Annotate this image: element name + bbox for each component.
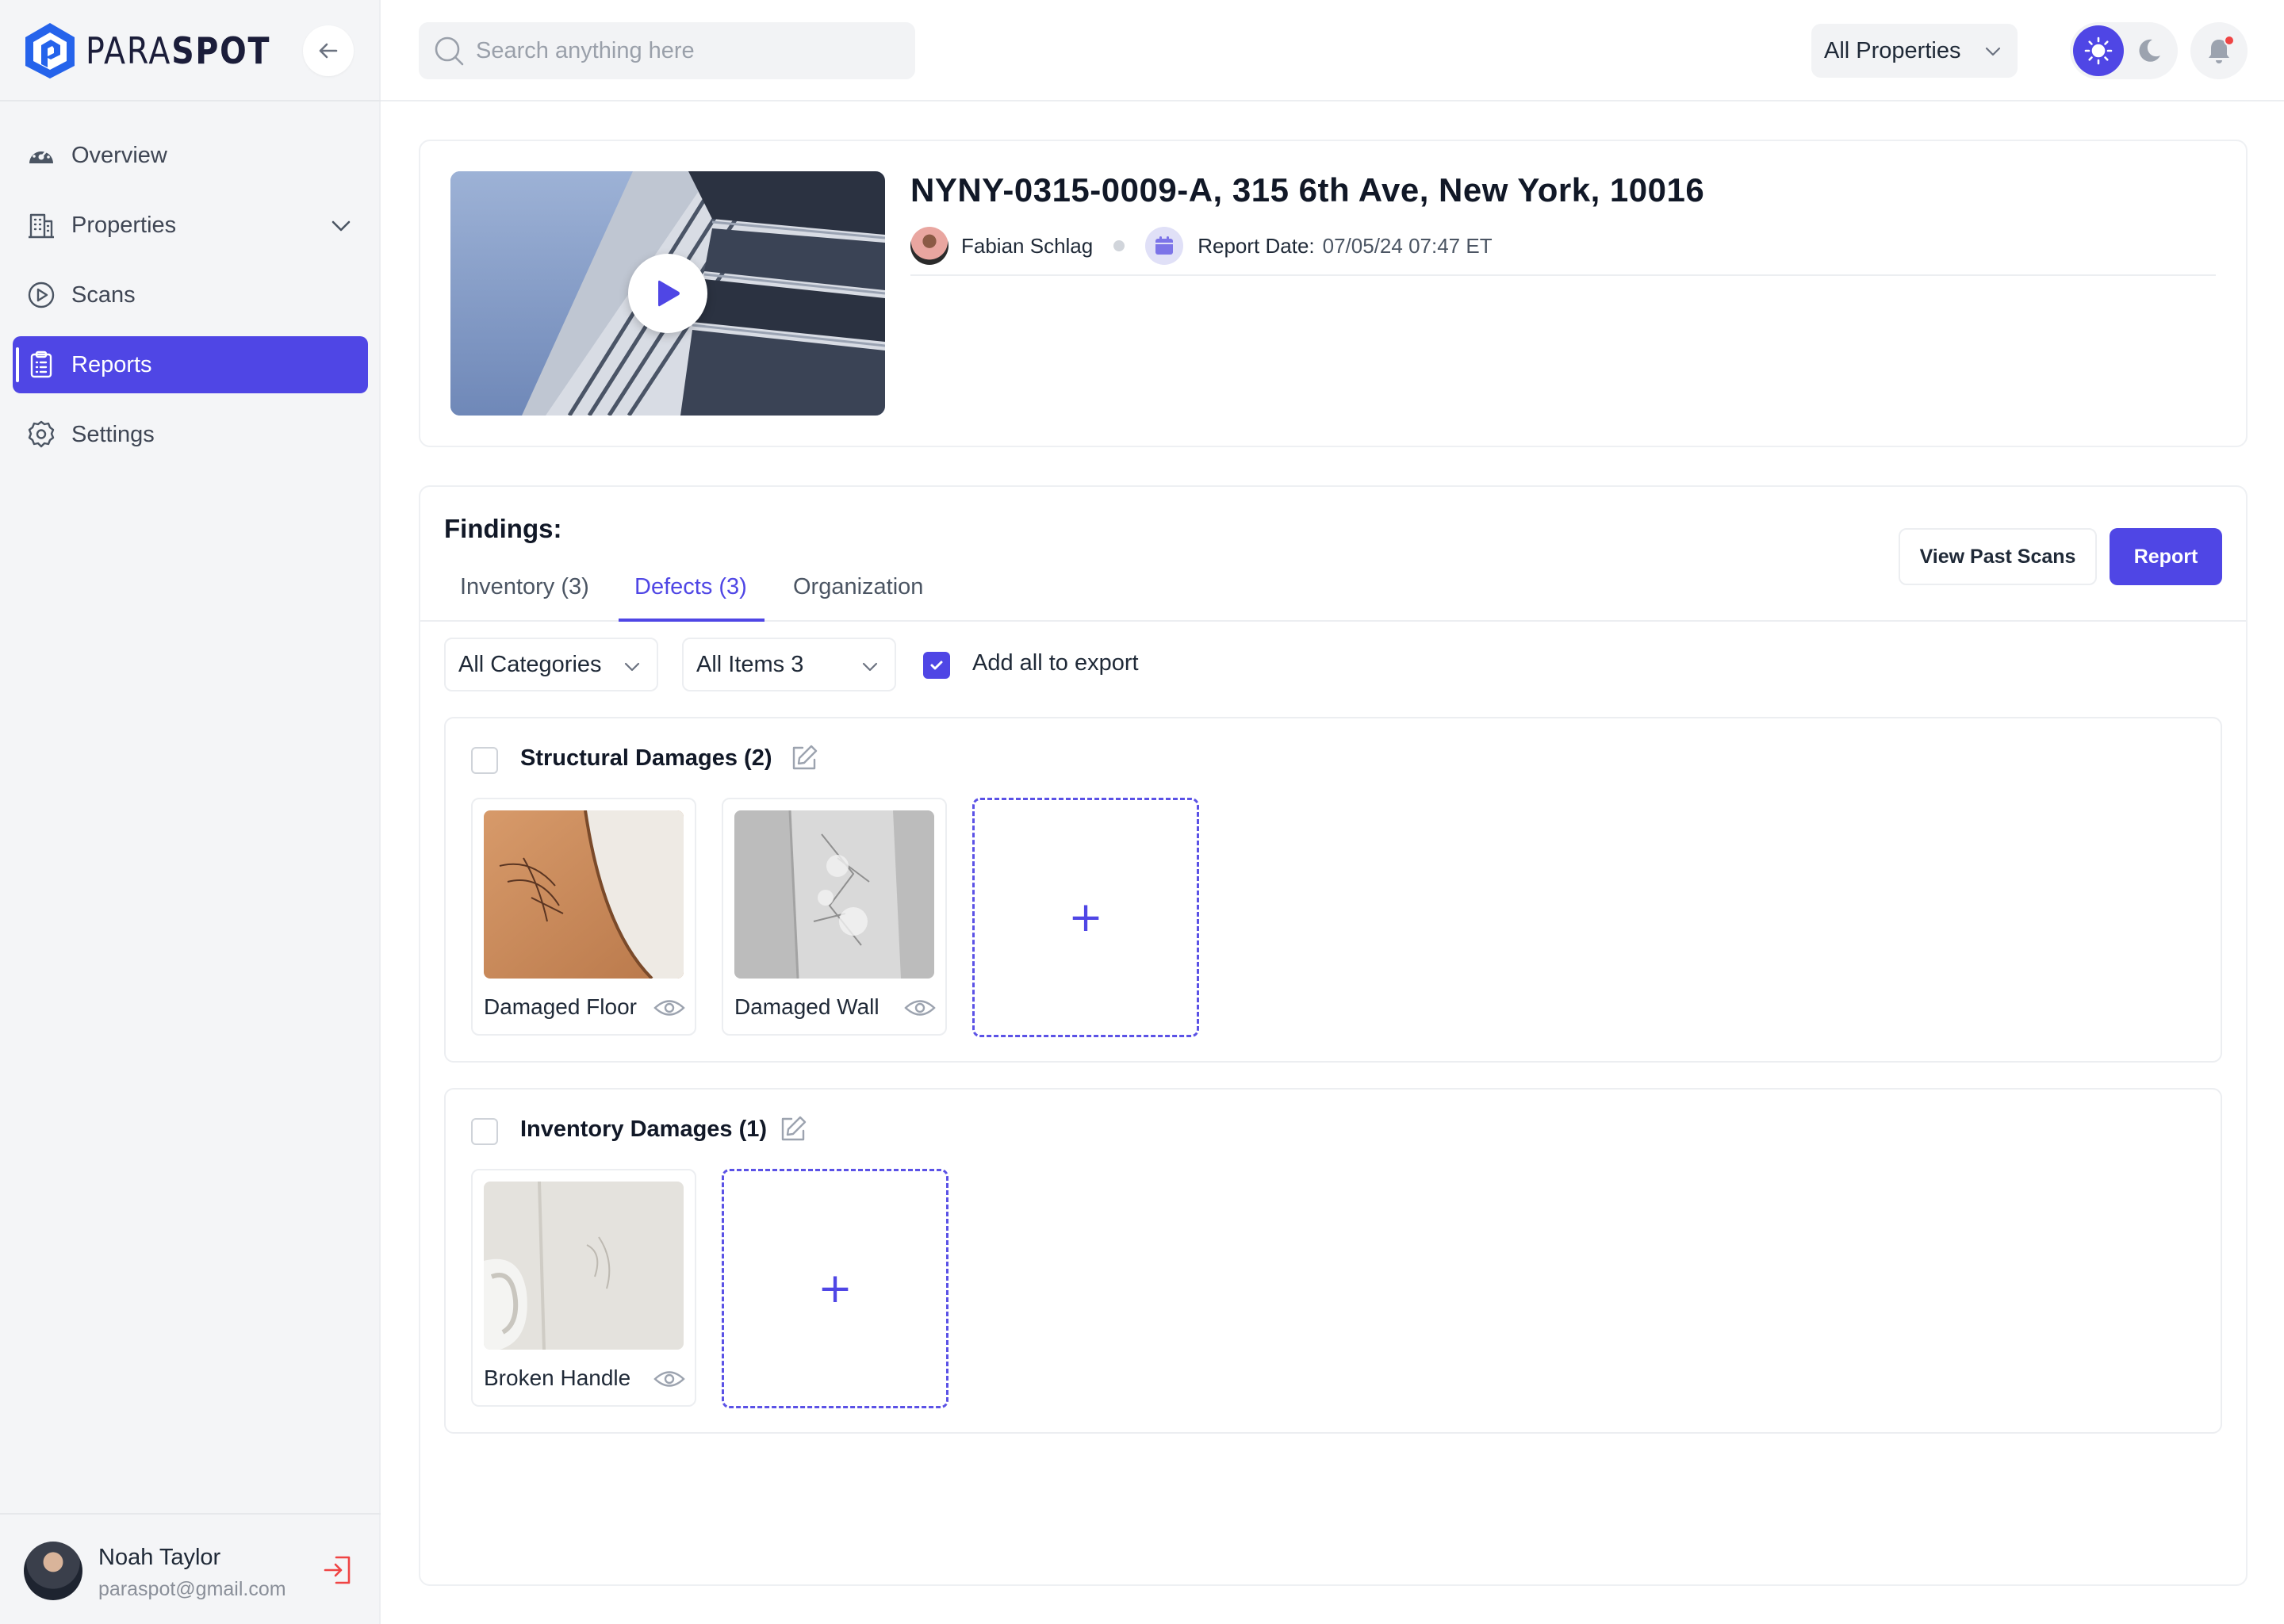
property-select[interactable]: All Properties [1811,24,2018,78]
avatar[interactable] [24,1542,82,1600]
damaged-wall-photo [734,810,934,979]
add-all-to-export-label: Add all to export [972,650,1139,676]
chevron-down-icon [862,662,878,672]
notifications-button[interactable] [2190,22,2248,79]
group-checkbox[interactable] [471,1118,498,1145]
edit-icon[interactable] [779,1115,807,1143]
finding-item[interactable]: Damaged Wall [722,798,947,1036]
add-all-to-export-checkbox[interactable] [923,652,950,679]
view-past-scans-button[interactable]: View Past Scans [1899,528,2097,585]
clipboard-icon [25,349,57,381]
plus-icon: + [818,1265,853,1312]
play-icon [658,280,680,307]
chevron-down-icon[interactable] [328,213,354,238]
group-checkbox[interactable] [471,747,498,774]
finding-item-label: Damaged Wall [734,994,879,1019]
edit-icon[interactable] [790,744,818,772]
report-date-label: Report Date: [1198,233,1315,258]
user-name: Noah Taylor [98,1545,221,1570]
moon-icon [2139,39,2160,62]
items-filter-value: All Items 3 [696,651,804,677]
sidebar-item-settings[interactable]: Settings [13,406,368,463]
report-button[interactable]: Report [2110,528,2222,585]
arrow-left-icon [319,43,338,59]
sidebar-divider [0,100,381,102]
sun-icon [2084,36,2113,65]
category-filter-value: All Categories [458,651,602,677]
building-icon [25,209,57,241]
meta-separator [1113,240,1125,251]
tab-inventory[interactable]: Inventory (3) [460,574,589,620]
play-circle-icon [25,279,57,311]
damaged-floor-photo [484,810,684,979]
report-meta: Fabian Schlag Report Date: 07/05/24 07:4… [910,225,1493,266]
sidebar-item-label: Scans [71,282,136,308]
brand[interactable]: PARASPOT [24,21,301,81]
eye-icon[interactable] [653,996,685,1020]
finding-item-label: Broken Handle [484,1365,631,1390]
sidebar-item-reports[interactable]: Reports [13,336,368,393]
report-title: NYNY-0315-0009-A, 315 6th Ave, New York,… [910,171,1705,209]
search-input[interactable] [476,37,888,64]
sidebar-item-properties[interactable]: Properties [13,197,368,254]
user-panel: Noah Taylor paraspot@gmail.com [0,1513,381,1624]
sidebar-item-label: Reports [71,351,152,377]
findings-card: Findings: Inventory (3) Defects (3) Orga… [419,485,2248,1586]
chevron-down-icon [1985,47,2001,56]
sidebar-item-scans[interactable]: Scans [13,266,368,324]
calendar-icon [1145,227,1184,265]
brand-name: PARASPOT [86,29,271,72]
sidebar-item-label: Overview [71,142,167,168]
author-avatar [910,227,948,265]
group-title: Inventory Damages (1) [520,1116,768,1142]
search-icon [435,36,464,66]
report-date-value: 07/05/24 07:47 ET [1322,233,1493,258]
plus-icon: + [1068,894,1103,941]
finding-item[interactable]: Broken Handle [471,1169,696,1407]
sidebar-item-label: Properties [71,212,177,238]
finding-item[interactable]: Damaged Floor [471,798,696,1036]
chevron-down-icon [624,662,640,672]
tab-defects[interactable]: Defects (3) [619,574,765,622]
eye-icon[interactable] [904,996,936,1020]
gear-icon [25,419,57,450]
group-title: Structural Damages (2) [520,745,772,771]
finding-group-structural: Structural Damages (2) Damaged Floor Dam… [444,717,2222,1063]
paraspot-house-logo-icon [25,23,75,79]
user-email: paraspot@gmail.com [98,1578,286,1600]
theme-toggle[interactable] [2070,22,2178,79]
dashboard-gauge-icon [25,140,57,171]
search-bar[interactable] [419,22,915,79]
items-filter[interactable]: All Items 3 [682,638,896,691]
light-mode-button[interactable] [2073,25,2124,76]
report-author: Fabian Schlag [961,233,1094,258]
category-filter[interactable]: All Categories [444,638,658,691]
sidebar-item-label: Settings [71,421,155,447]
play-button[interactable] [628,254,707,333]
checkmark-icon [930,661,943,670]
add-finding-button[interactable]: + [972,798,1199,1037]
dark-mode-button[interactable] [2132,33,2167,68]
add-finding-button[interactable]: + [722,1169,948,1408]
notification-dot [2224,35,2235,46]
broken-handle-photo [484,1182,684,1350]
property-select-value: All Properties [1824,37,1961,63]
sidebar: PARASPOT Overview Properties Scans Repor… [0,0,381,1624]
tab-organization[interactable]: Organization [793,574,923,620]
eye-icon[interactable] [653,1367,685,1391]
finding-item-label: Damaged Floor [484,994,637,1019]
report-header-card: NYNY-0315-0009-A, 315 6th Ave, New York,… [419,140,2248,447]
topbar-divider [381,100,2284,102]
scan-video-thumbnail[interactable] [450,171,885,416]
findings-title: Findings: [444,514,562,543]
collapse-sidebar-button[interactable] [303,25,354,76]
finding-group-inventory: Inventory Damages (1) Broken Handle + [444,1088,2222,1434]
header-divider [910,274,2216,276]
logout-icon[interactable] [322,1553,357,1588]
sidebar-item-overview[interactable]: Overview [13,127,368,184]
sidebar-nav: Overview Properties Scans Reports Settin… [13,127,368,476]
